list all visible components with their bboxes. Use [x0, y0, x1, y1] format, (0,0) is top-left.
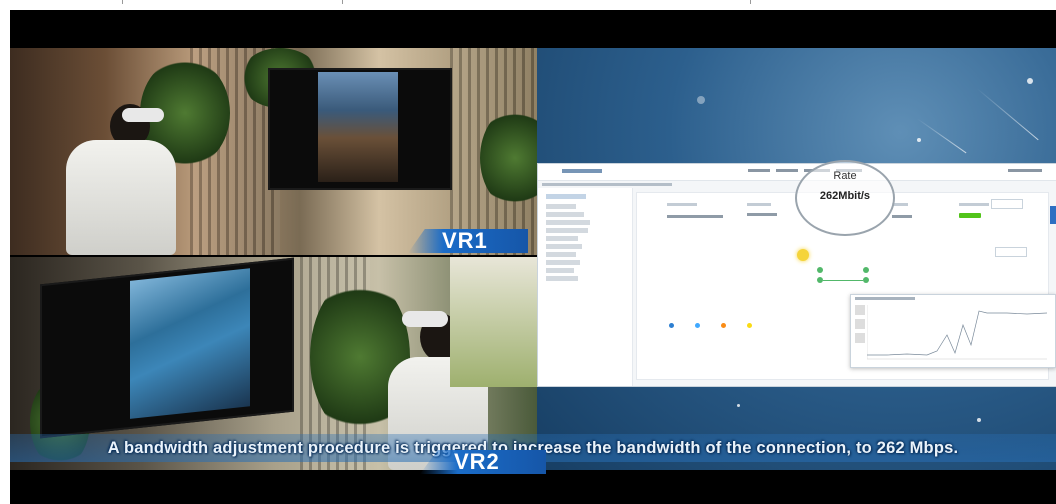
side-tab[interactable]	[1050, 206, 1056, 224]
sidebar-item[interactable]	[546, 252, 576, 257]
chart-thumb	[855, 333, 865, 343]
network-node-icon	[817, 267, 823, 273]
legend-dot	[721, 323, 726, 328]
game-screen	[318, 72, 398, 182]
light-streak	[916, 118, 967, 154]
rate-title: Rate	[833, 170, 857, 182]
vr2-label: VR2	[420, 450, 546, 474]
sidebar-item[interactable]	[546, 244, 582, 249]
table-cell	[747, 213, 777, 216]
table-header	[747, 203, 771, 206]
network-node-icon	[863, 267, 869, 273]
app-brand	[562, 169, 602, 173]
video-frame: VR1 Rate 262Mbit/s A bandwidth adjustmen…	[10, 10, 1056, 504]
vr-headset	[402, 311, 448, 327]
vr1-label: VR1	[408, 229, 528, 253]
chart-thumb	[855, 319, 865, 329]
ruler-tick	[342, 0, 343, 4]
table-cell	[892, 215, 912, 218]
legend-dot	[669, 323, 674, 328]
popup-header	[855, 297, 915, 300]
bokeh-dot	[737, 404, 740, 407]
bokeh-dot	[917, 138, 921, 142]
table-header	[959, 203, 989, 206]
screen-share: Rate 262Mbit/s	[537, 48, 1056, 470]
app-sidebar	[538, 188, 633, 386]
sidebar-item[interactable]	[546, 204, 576, 209]
legend-dot	[747, 323, 752, 328]
user-menu[interactable]	[1008, 169, 1042, 172]
camera-feed-vr1: VR1	[10, 48, 537, 255]
video-content: VR1 Rate 262Mbit/s A bandwidth adjustmen…	[10, 48, 1056, 474]
action-button[interactable]	[995, 247, 1027, 257]
action-button[interactable]	[991, 199, 1023, 209]
network-node-icon	[863, 277, 869, 283]
cursor-highlight-icon	[797, 249, 809, 261]
vr-headset	[122, 108, 164, 122]
rate-chart-popup	[850, 294, 1056, 368]
background-wall	[450, 257, 537, 387]
game-screen	[130, 268, 250, 419]
sidebar-item[interactable]	[546, 220, 590, 225]
sidebar-item[interactable]	[546, 194, 586, 199]
sidebar-item[interactable]	[546, 260, 580, 265]
status-badge	[959, 213, 981, 218]
sidebar-item[interactable]	[546, 212, 584, 217]
tv-display	[40, 257, 294, 439]
bokeh-dot	[1027, 78, 1033, 84]
rate-magnifier: Rate 262Mbit/s	[795, 160, 895, 236]
top-menu-item[interactable]	[776, 169, 798, 172]
chart-thumb	[855, 305, 865, 315]
sidebar-item[interactable]	[546, 236, 578, 241]
light-streak	[976, 88, 1039, 141]
bokeh-dot	[977, 418, 981, 422]
top-menu-item[interactable]	[748, 169, 770, 172]
sidebar-item[interactable]	[546, 276, 578, 281]
ruler-tick	[122, 0, 123, 4]
legend-dot	[695, 323, 700, 328]
table-cell	[667, 215, 723, 218]
bokeh-dot	[697, 96, 705, 104]
table-header	[667, 203, 697, 206]
breadcrumb	[542, 183, 672, 186]
rate-line-chart	[867, 305, 1047, 360]
link-line	[823, 280, 863, 281]
person-white-coat	[66, 140, 176, 255]
rate-value: 262Mbit/s	[819, 190, 871, 202]
sidebar-item[interactable]	[546, 268, 574, 273]
sidebar-item[interactable]	[546, 228, 588, 233]
tv-display	[268, 68, 452, 190]
ruler-tick	[750, 0, 751, 4]
